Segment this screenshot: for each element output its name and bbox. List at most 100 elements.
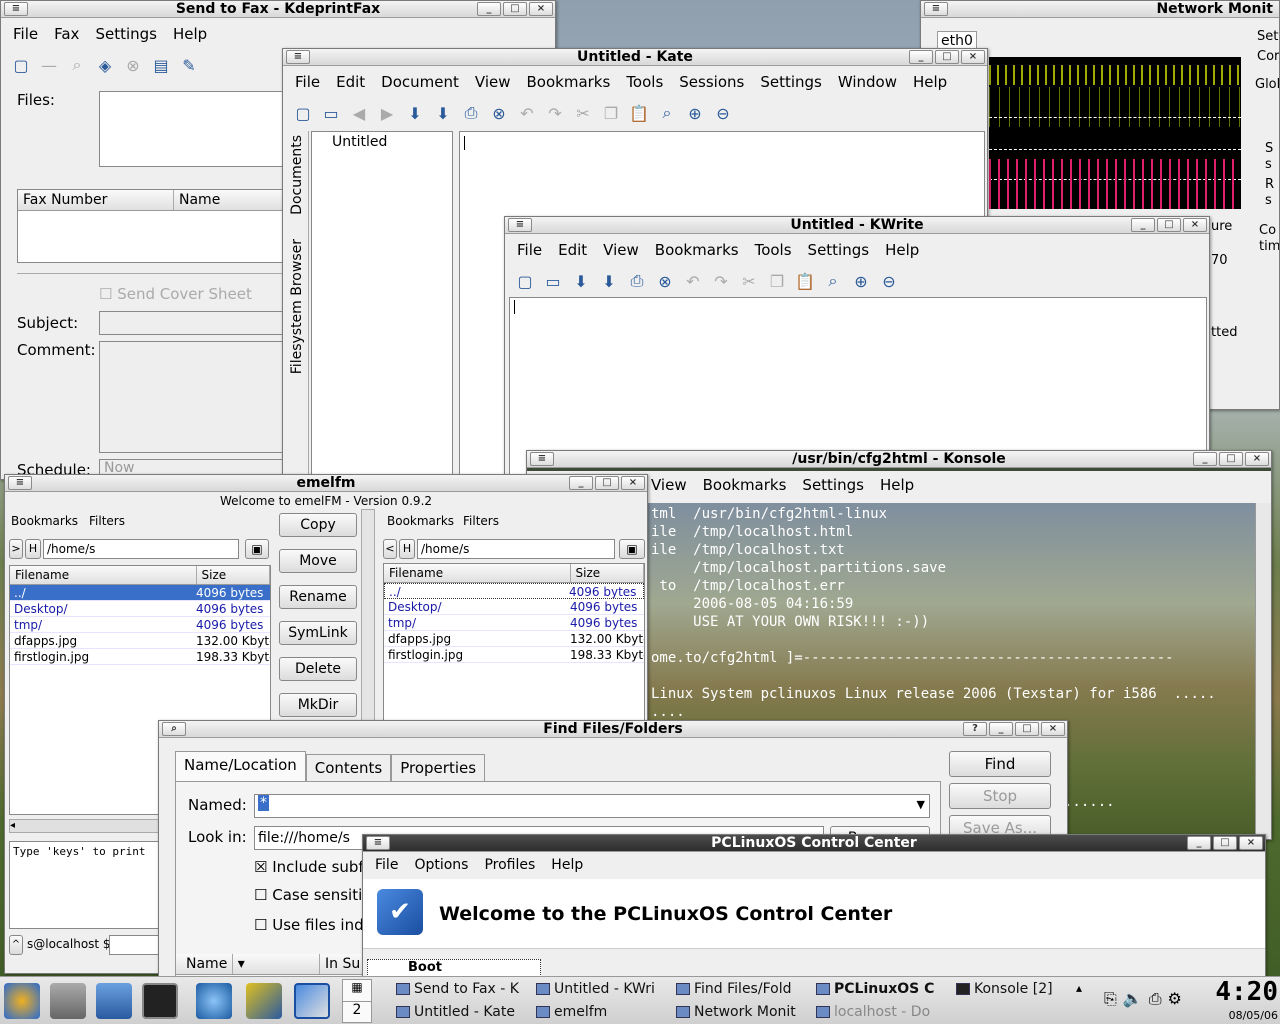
files-list[interactable] xyxy=(99,91,299,167)
left-bookmarks[interactable]: Bookmarks xyxy=(11,514,78,528)
new-icon[interactable]: ▢ xyxy=(9,53,33,77)
find-icon[interactable]: ⌕ xyxy=(821,269,845,293)
window-menu-icon[interactable]: ⌕ xyxy=(162,722,186,736)
netmon-titlebar[interactable]: ≡ Network Monit xyxy=(921,1,1279,18)
menu-settings[interactable]: Settings xyxy=(796,474,870,503)
menu-help[interactable]: Help xyxy=(874,474,920,503)
menu-view[interactable]: View xyxy=(645,474,693,503)
menu-tools[interactable]: Tools xyxy=(620,71,669,93)
taskbar-expand-icon[interactable]: ▴ xyxy=(1076,981,1082,995)
close-icon[interactable]: × xyxy=(1183,218,1207,232)
menu-help[interactable]: Help xyxy=(879,239,925,261)
emelfm-console[interactable]: Type 'keys' to print xyxy=(9,841,159,929)
right-home-button[interactable]: H xyxy=(399,539,415,559)
menu-document[interactable]: Document xyxy=(375,71,465,93)
cut-icon[interactable]: ✂ xyxy=(737,269,761,293)
col-fax-number[interactable]: Fax Number xyxy=(18,190,174,210)
menu-settings[interactable]: Settings xyxy=(754,71,828,93)
tab-documents[interactable]: Documents xyxy=(289,135,305,215)
task-konsole[interactable]: Konsole [2] xyxy=(956,981,1072,997)
menu-help[interactable]: Help xyxy=(545,855,589,875)
menu-bookmarks[interactable]: Bookmarks xyxy=(649,239,745,261)
log-icon[interactable]: ▤ xyxy=(149,53,173,77)
left-col-filename[interactable]: Filename xyxy=(10,566,197,584)
open-icon[interactable]: ▭ xyxy=(319,101,343,125)
documents-list[interactable]: Untitled xyxy=(311,131,453,479)
table-row[interactable]: tmp/4096 bytes xyxy=(384,615,644,631)
stop-button[interactable]: Stop xyxy=(949,783,1051,809)
kate-titlebar[interactable]: ≡ Untitled - Kate _ □ × xyxy=(283,49,987,66)
menu-file[interactable]: File xyxy=(511,239,548,261)
menu-help[interactable]: Help xyxy=(167,23,213,45)
task-localhost-doc[interactable]: localhost - Do xyxy=(816,1004,952,1020)
close-icon[interactable]: × xyxy=(961,50,985,64)
minimize-icon[interactable]: _ xyxy=(1193,452,1217,466)
menu-file[interactable]: File xyxy=(7,23,44,45)
save-as-icon[interactable]: ⬇ xyxy=(597,269,621,293)
paste-icon[interactable]: 📋 xyxy=(627,101,651,125)
menu-file[interactable]: File xyxy=(289,71,326,93)
minimize-icon[interactable]: _ xyxy=(1187,836,1211,850)
clock[interactable]: 4:20 xyxy=(1214,977,1278,1007)
cover-sheet-checkbox[interactable]: ☐ Send Cover Sheet xyxy=(99,285,252,303)
package-manager-icon[interactable] xyxy=(246,983,282,1019)
menu-view[interactable]: View xyxy=(469,71,517,93)
right-col-size[interactable]: Size xyxy=(571,564,644,582)
pclinuxos-menu-icon[interactable] xyxy=(4,983,40,1019)
find-titlebar[interactable]: ⌕ Find Files/Folders ? _ □ × xyxy=(159,721,1067,738)
window-menu-icon[interactable]: ≡ xyxy=(8,476,32,490)
task-control-center[interactable]: PCLinuxOS C xyxy=(816,981,952,997)
table-row[interactable]: firstlogin.jpg198.33 Kbytes xyxy=(10,649,270,665)
left-path-input[interactable]: /home/s xyxy=(43,539,239,559)
fax-titlebar[interactable]: ≡ Send to Fax - KdeprintFax _ □ × xyxy=(1,1,555,18)
move-button[interactable]: Move xyxy=(279,549,357,573)
window-menu-icon[interactable]: ≡ xyxy=(286,50,310,64)
left-home-button[interactable]: H xyxy=(25,539,41,559)
left-filters[interactable]: Filters xyxy=(89,514,125,528)
preview-icon[interactable]: ⌕ xyxy=(65,53,89,77)
tab-name-location[interactable]: Name/Location xyxy=(175,751,306,782)
case-sensitive-checkbox[interactable]: ☐ Case sensiti xyxy=(254,886,362,904)
menu-bookmarks[interactable]: Bookmarks xyxy=(521,71,617,93)
chevron-down-icon[interactable]: ▼ xyxy=(917,798,925,811)
undo-icon[interactable]: ↶ xyxy=(681,269,705,293)
maximize-icon[interactable]: □ xyxy=(935,50,959,64)
open-icon[interactable]: ▭ xyxy=(541,269,565,293)
update-icon[interactable]: ⚙ xyxy=(1168,989,1182,1009)
new-icon[interactable]: ▢ xyxy=(513,269,537,293)
tab-contents[interactable]: Contents xyxy=(305,754,392,782)
kwrite-titlebar[interactable]: ≡ Untitled - KWrite _ □ × xyxy=(505,217,1209,234)
rename-button[interactable]: Rename xyxy=(279,585,357,609)
maximize-icon[interactable]: □ xyxy=(1015,722,1039,736)
subject-input[interactable] xyxy=(99,311,299,335)
task-emelfm[interactable]: emelfm xyxy=(536,1004,672,1020)
table-row[interactable]: firstlogin.jpg198.33 Kbytes xyxy=(384,647,644,663)
maximize-icon[interactable]: □ xyxy=(1219,452,1243,466)
table-row[interactable]: Desktop/4096 bytes xyxy=(10,601,270,617)
minimize-icon[interactable]: _ xyxy=(1131,218,1155,232)
right-folder-icon[interactable]: ▣ xyxy=(619,539,645,559)
left-back-button[interactable]: > xyxy=(9,539,23,559)
task-find-files[interactable]: Find Files/Fold xyxy=(676,981,812,997)
table-row[interactable]: tmp/4096 bytes xyxy=(10,617,270,633)
browser-icon[interactable] xyxy=(196,983,232,1019)
fax-number-table[interactable]: Fax Number Name xyxy=(17,189,307,263)
save-icon[interactable]: ⬇ xyxy=(569,269,593,293)
menu-window[interactable]: Window xyxy=(832,71,903,93)
save-as-icon[interactable]: ⬇ xyxy=(431,101,455,125)
back-icon[interactable]: ◀ xyxy=(347,101,371,125)
symlink-button[interactable]: SymLink xyxy=(279,621,357,645)
task-kwrite[interactable]: Untitled - KWri xyxy=(536,981,672,997)
control-center-launcher-icon[interactable] xyxy=(294,983,330,1019)
menu-options[interactable]: Options xyxy=(408,855,474,875)
help-icon[interactable]: ? xyxy=(963,722,987,736)
close-doc-icon[interactable]: ⊗ xyxy=(487,101,511,125)
redo-icon[interactable]: ↷ xyxy=(543,101,567,125)
mkdir-button[interactable]: MkDir xyxy=(279,693,357,717)
menu-settings[interactable]: Settings xyxy=(89,23,163,45)
print-icon[interactable]: ⎙ xyxy=(625,269,649,293)
remove-icon[interactable]: — xyxy=(37,53,61,77)
table-row[interactable]: ../4096 bytes xyxy=(10,585,270,601)
emelfm-titlebar[interactable]: ≡ emelfm _ □ × xyxy=(5,475,647,492)
menu-edit[interactable]: Edit xyxy=(552,239,593,261)
